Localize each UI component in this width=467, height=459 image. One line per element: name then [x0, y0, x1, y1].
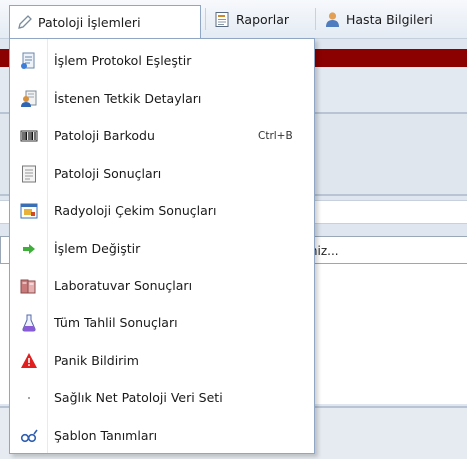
- menu-label: Raporlar: [236, 11, 290, 27]
- green-arrow-icon: [20, 240, 38, 258]
- menu-item-label: Patoloji Barkodu: [54, 128, 155, 143]
- patoloji-dropdown-menu: İşlem Protokol Eşleştir İstenen Tetkik D…: [9, 38, 315, 454]
- menu-item-islem-protokol-eslestir[interactable]: İşlem Protokol Eşleştir: [10, 45, 314, 75]
- menubar: Patoloji İşlemleri Raporlar Hasta Bilgil…: [0, 0, 467, 39]
- menu-item-patoloji-barkodu[interactable]: Patoloji Barkodu Ctrl+B: [10, 120, 314, 150]
- menu-separator: [205, 8, 206, 30]
- menu-item-islem-degistir[interactable]: İşlem Değiştir: [10, 233, 314, 263]
- warning-icon: [20, 352, 38, 370]
- report-icon: [214, 11, 231, 28]
- template-icon: [20, 427, 38, 445]
- barcode-icon: [20, 127, 38, 145]
- menu-item-label: Sağlık Net Patoloji Veri Seti: [54, 390, 223, 405]
- lab-books-icon: [20, 277, 38, 295]
- menu-item-label: Tüm Tahlil Sonuçları: [54, 315, 178, 330]
- menu-item-laboratuvar-sonuclari[interactable]: Laboratuvar Sonuçları: [10, 270, 314, 300]
- menu-item-istenen-tetkik-detaylari[interactable]: İstenen Tetkik Detayları: [10, 83, 314, 113]
- menu-hasta-bilgileri[interactable]: Hasta Bilgileri: [318, 4, 439, 34]
- menu-item-panik-bildirim[interactable]: Panik Bildirim: [10, 345, 314, 375]
- menu-item-label: İşlem Değiştir: [54, 241, 141, 256]
- menu-patoloji-islemleri[interactable]: Patoloji İşlemleri: [9, 5, 201, 39]
- menu-item-label: İşlem Protokol Eşleştir: [54, 53, 192, 68]
- menu-item-saglik-net-patoloji-veri-seti[interactable]: Sağlık Net Patoloji Veri Seti: [10, 382, 314, 412]
- menu-item-patoloji-sonuclari[interactable]: Patoloji Sonuçları: [10, 158, 314, 188]
- patient-icon: [324, 11, 341, 28]
- menu-raporlar[interactable]: Raporlar: [208, 4, 295, 34]
- dot-icon: [20, 389, 38, 407]
- document-user-icon: [20, 90, 38, 108]
- menu-item-tum-tahlil-sonuclari[interactable]: Tüm Tahlil Sonuçları: [10, 307, 314, 337]
- shortcut-label: Ctrl+B: [258, 130, 293, 142]
- menu-item-label: Şablon Tanımları: [54, 428, 158, 443]
- menu-separator: [315, 8, 316, 30]
- menu-item-label: Radyoloji Çekim Sonuçları: [54, 203, 217, 218]
- menu-label: Hasta Bilgileri: [346, 11, 433, 27]
- menu-item-label: İstenen Tetkik Detayları: [54, 91, 202, 106]
- pencil-icon: [16, 14, 33, 31]
- report-sheet-icon: [20, 165, 38, 183]
- menu-label: Patoloji İşlemleri: [38, 15, 141, 30]
- flask-icon: [20, 314, 38, 332]
- menu-item-label: Laboratuvar Sonuçları: [54, 278, 193, 293]
- menu-item-radyoloji-cekim-sonuclari[interactable]: Radyoloji Çekim Sonuçları: [10, 195, 314, 225]
- menu-item-sablon-tanimlari[interactable]: Şablon Tanımları: [10, 420, 314, 450]
- radiology-window-icon: [20, 202, 38, 220]
- menu-item-label: Panik Bildirim: [54, 353, 139, 368]
- document-link-icon: [20, 52, 38, 70]
- menu-item-label: Patoloji Sonuçları: [54, 166, 162, 181]
